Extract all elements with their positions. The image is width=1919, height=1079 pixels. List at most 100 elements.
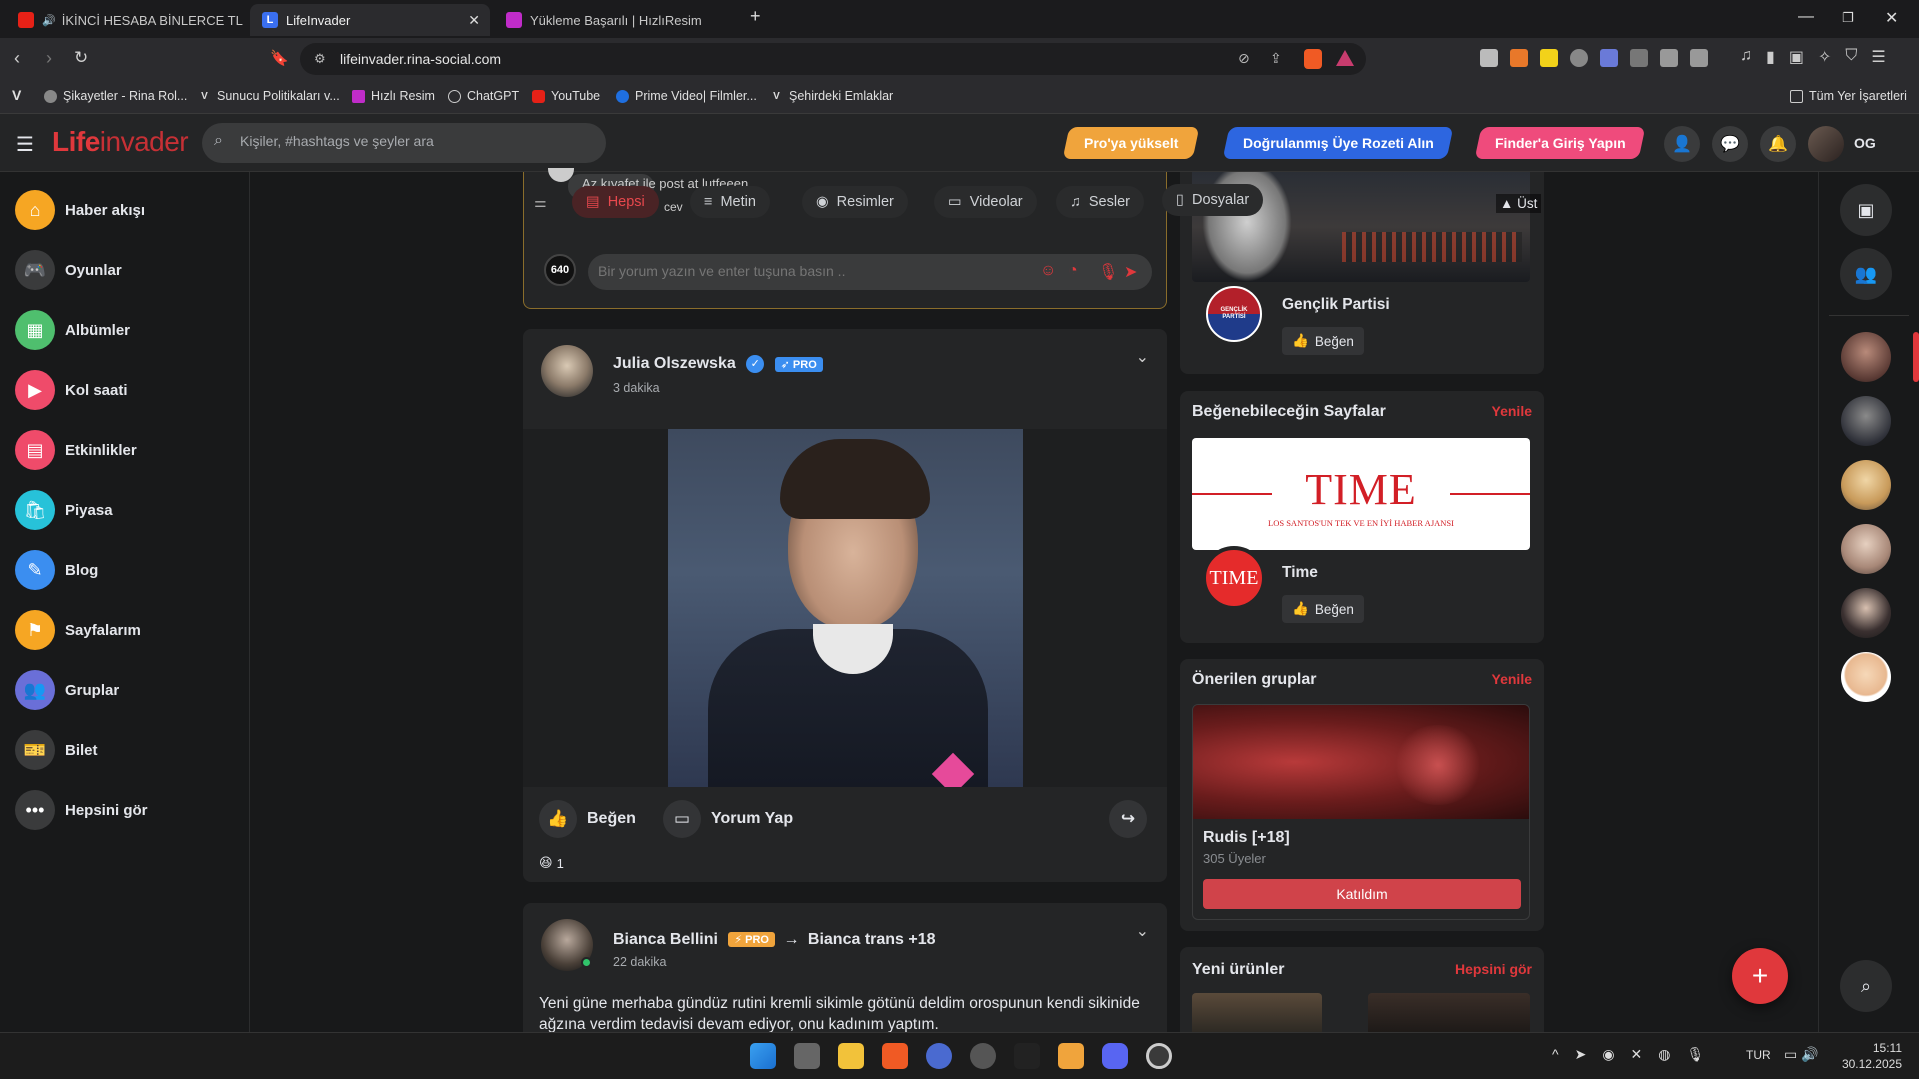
bookmark-item[interactable]: Hızlı Resim bbox=[352, 89, 435, 103]
post-options-chevron-icon[interactable]: ⌄ bbox=[1136, 921, 1149, 941]
network-volume-icon[interactable]: ▭ 🔊 bbox=[1784, 1046, 1819, 1063]
scroll-top-link[interactable]: ▲ Üst bbox=[1496, 194, 1542, 213]
time-banner[interactable]: TIME LOS SANTOS'UN TEK VE EN İYİ HABER A… bbox=[1192, 438, 1530, 550]
sidebar-item-sayfalarim[interactable]: ⚑ Sayfalarım bbox=[15, 610, 141, 650]
filter-sesler[interactable]: ♫ Sesler bbox=[1056, 186, 1144, 218]
file-explorer-icon[interactable] bbox=[838, 1043, 864, 1069]
sidebar-item-piyasa[interactable]: 🛍 Piyasa bbox=[15, 490, 113, 530]
emoji-icon[interactable]: ☺ bbox=[1040, 262, 1056, 280]
extension-fox-icon[interactable] bbox=[1510, 49, 1528, 67]
discord-icon[interactable] bbox=[1102, 1043, 1128, 1069]
rail-add-friend-icon[interactable]: 👥 bbox=[1840, 248, 1892, 300]
post-options-chevron-icon[interactable]: ⌄ bbox=[1136, 347, 1149, 367]
app-icon[interactable] bbox=[1058, 1043, 1084, 1069]
site-info-icon[interactable]: ⚙ bbox=[314, 51, 326, 67]
messages-icon[interactable]: 💬 bbox=[1712, 126, 1748, 162]
author-avatar[interactable] bbox=[541, 345, 593, 397]
obs-icon[interactable] bbox=[1146, 1043, 1172, 1069]
time-logo[interactable]: TIME bbox=[1202, 546, 1266, 610]
notifications-bell-icon[interactable]: 🔔 bbox=[1760, 126, 1796, 162]
send-icon[interactable]: ➤ bbox=[1124, 262, 1137, 282]
product-thumbnail[interactable] bbox=[1192, 993, 1322, 1032]
bookmark-item[interactable]: V Şehirdeki Emlaklar bbox=[770, 89, 893, 103]
mic-tray-icon[interactable]: 🎙 bbox=[1686, 1046, 1704, 1063]
clock[interactable]: 15:11 30.12.2025 bbox=[1838, 1040, 1902, 1072]
start-windows-icon[interactable] bbox=[750, 1043, 776, 1069]
author-name[interactable]: Bianca Bellini bbox=[613, 931, 718, 948]
app-icon[interactable] bbox=[970, 1043, 996, 1069]
extensions-puzzle-icon[interactable] bbox=[1660, 49, 1678, 67]
reload-icon[interactable]: ↻ bbox=[74, 48, 88, 68]
comment-input[interactable] bbox=[598, 263, 1018, 279]
new-tab-icon[interactable]: + bbox=[750, 6, 761, 27]
sidebar-item-haber-akisi[interactable]: ⌂ Haber akışı bbox=[15, 190, 145, 230]
sidebar-item-kol-saati[interactable]: ▶ Kol saati bbox=[15, 370, 128, 410]
like-page-button[interactable]: 👍 Beğen bbox=[1282, 327, 1364, 355]
rockstar-icon[interactable] bbox=[1014, 1043, 1040, 1069]
friend-requests-icon[interactable]: 👤 bbox=[1664, 126, 1700, 162]
restore-icon[interactable]: ❐ bbox=[1842, 10, 1854, 26]
tray-expand-icon[interactable]: ^ bbox=[1552, 1046, 1559, 1063]
brave-shield-icon[interactable] bbox=[1304, 49, 1322, 69]
genclik-partisi-logo[interactable]: GENÇLİK PARTİSİ bbox=[1202, 282, 1266, 346]
search-input[interactable] bbox=[240, 133, 590, 149]
sidebar-item-gruplar[interactable]: 👥 Gruplar bbox=[15, 670, 119, 710]
url-field[interactable]: ⚙ lifeinvader.rina-social.com ⊘ ⇪ bbox=[300, 43, 1366, 75]
bookmark-item[interactable]: Şikayetler - Rina Rol... bbox=[44, 89, 187, 103]
vivaldi-logo-icon[interactable]: V bbox=[12, 87, 21, 103]
contact-avatar[interactable] bbox=[1841, 588, 1891, 638]
share-icon[interactable]: ⇪ bbox=[1270, 50, 1282, 67]
bookmark-item[interactable]: Prime Video| Filmler... bbox=[616, 89, 757, 103]
brave-browser-icon[interactable] bbox=[882, 1043, 908, 1069]
post-time[interactable]: 3 dakika bbox=[613, 381, 660, 395]
verified-badge-button[interactable]: Doğrulanmış Üye Rozeti Alın bbox=[1222, 127, 1454, 159]
telegram-icon[interactable]: ➤ bbox=[1575, 1046, 1587, 1063]
extension-off-icon[interactable] bbox=[1630, 49, 1648, 67]
rail-search-user-icon[interactable]: ⌕ bbox=[1840, 960, 1892, 1012]
minimize-icon[interactable]: — bbox=[1798, 8, 1814, 26]
refresh-pages-link[interactable]: Yenile bbox=[1492, 403, 1532, 419]
like-page-button[interactable]: 👍 Beğen bbox=[1282, 595, 1364, 623]
page-name[interactable]: Time bbox=[1282, 564, 1318, 582]
bookmark-item[interactable]: YouTube bbox=[532, 89, 600, 103]
see-all-products-link[interactable]: Hepsini gör bbox=[1455, 961, 1532, 977]
vpn-shield-icon[interactable]: ⛉ bbox=[1845, 47, 1857, 67]
taskview-icon[interactable] bbox=[794, 1043, 820, 1069]
filter-hepsi[interactable]: ▤ Hepsi bbox=[572, 186, 659, 218]
language-indicator[interactable]: TUR bbox=[1746, 1048, 1771, 1062]
user-initials[interactable]: OG bbox=[1854, 135, 1876, 151]
contact-avatar[interactable] bbox=[1841, 460, 1891, 510]
extension-printer-icon[interactable] bbox=[1480, 49, 1498, 67]
menu-icon[interactable]: ☰ bbox=[1871, 47, 1885, 67]
sidebar-item-hepsini-gor[interactable]: ••• Hepsini gör bbox=[15, 790, 148, 830]
like-button[interactable]: 👍 Beğen bbox=[539, 800, 636, 838]
filter-metin[interactable]: ≡ Metin bbox=[690, 186, 770, 218]
bookmark-item[interactable]: V Sunucu Politikaları v... bbox=[198, 89, 340, 103]
joined-button[interactable]: Katıldım bbox=[1203, 879, 1521, 909]
product-thumbnail[interactable] bbox=[1368, 993, 1530, 1032]
comment-button[interactable]: ▭ Yorum Yap bbox=[663, 800, 793, 838]
tray-app-icon[interactable]: ✕ bbox=[1631, 1046, 1643, 1063]
brave-rewards-icon[interactable] bbox=[1336, 50, 1354, 66]
bookmark-icon[interactable]: 🔖 bbox=[270, 49, 289, 67]
upgrade-pro-button[interactable]: Pro'ya yükselt bbox=[1062, 127, 1200, 159]
reaction-summary[interactable]: 😆 1 bbox=[539, 855, 564, 871]
microphone-icon[interactable]: 🎙 bbox=[1098, 262, 1118, 282]
create-post-button[interactable]: + bbox=[1732, 948, 1788, 1004]
lifeinvader-logo[interactable]: Lifeinvader bbox=[52, 126, 189, 158]
filter-videolar[interactable]: ▭ Videolar bbox=[934, 186, 1037, 218]
contact-avatar[interactable] bbox=[1841, 652, 1891, 702]
refresh-groups-link[interactable]: Yenile bbox=[1492, 671, 1532, 687]
user-avatar[interactable] bbox=[1808, 126, 1844, 162]
steam-icon[interactable]: ◉ bbox=[1602, 1046, 1614, 1063]
filter-dosyalar[interactable]: ▯ Dosyalar bbox=[1162, 184, 1264, 216]
rail-chat-icon[interactable]: ▣ bbox=[1840, 184, 1892, 236]
sticker-icon[interactable]: ◔ bbox=[1068, 262, 1078, 280]
sidebar-item-blog[interactable]: ✎ Blog bbox=[15, 550, 98, 590]
extension-monitor-icon[interactable] bbox=[1600, 49, 1618, 67]
sidebar-item-bilet[interactable]: 🎫 Bilet bbox=[15, 730, 98, 770]
share-button[interactable]: ↪ bbox=[1109, 800, 1147, 838]
tab-lifeinvader[interactable]: L LifeInvader ✕ bbox=[250, 4, 490, 36]
discord-tray-icon[interactable]: ◍ bbox=[1658, 1046, 1670, 1063]
post-time[interactable]: 22 dakika bbox=[613, 955, 667, 969]
